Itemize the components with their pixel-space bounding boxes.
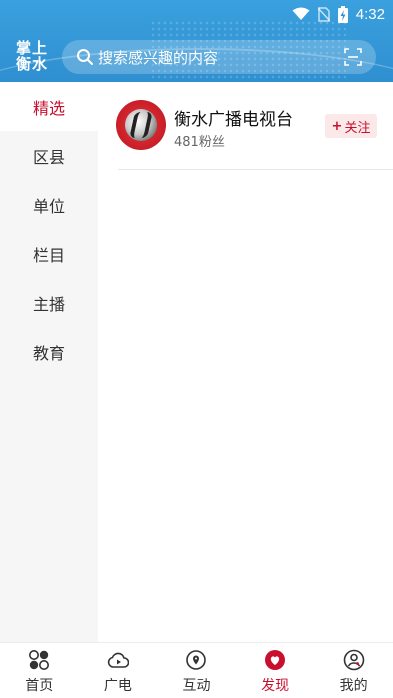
discover-icon: [265, 650, 286, 670]
sidebar-item-education[interactable]: 教育: [0, 327, 98, 376]
search-icon: [77, 49, 93, 65]
scan-icon[interactable]: [344, 48, 362, 66]
account-name[interactable]: 衡水广播电视台: [174, 105, 293, 130]
bottom-tab-bar: 首页 广电 互动 发现 我的: [0, 642, 393, 698]
tab-home[interactable]: 首页: [0, 643, 79, 698]
sidebar-item-units[interactable]: 单位: [0, 180, 98, 229]
list-item[interactable]: 衡水广播电视台 481粉丝 + 关注: [116, 100, 393, 170]
sidebar-item-anchors[interactable]: 主播: [0, 278, 98, 327]
follow-label: 关注: [344, 120, 371, 136]
account-list: 衡水广播电视台 481粉丝 + 关注: [98, 82, 393, 642]
plus-icon: +: [331, 118, 343, 134]
no-sim-icon: [317, 6, 330, 22]
wifi-icon: [292, 7, 310, 20]
profile-icon: [343, 649, 364, 671]
category-sidebar: 精选 区县 单位 栏目 主播 教育: [0, 82, 98, 642]
follow-button[interactable]: + 关注: [325, 114, 377, 138]
tab-label: 发现: [261, 678, 290, 694]
app-header: 4:32 掌上 衡水 搜索感兴趣的内容: [0, 0, 393, 82]
sidebar-item-columns[interactable]: 栏目: [0, 229, 98, 278]
search-placeholder: 搜索感兴趣的内容: [98, 48, 219, 67]
app-logo[interactable]: 掌上 衡水: [12, 40, 52, 72]
tab-broadcast[interactable]: 广电: [79, 643, 158, 698]
tab-label: 互动: [182, 678, 211, 694]
battery-charging-icon: [337, 5, 348, 23]
home-icon: [29, 650, 50, 670]
logo-text: 掌上 衡水: [15, 39, 48, 73]
sidebar-item-districts[interactable]: 区县: [0, 131, 98, 180]
broadcast-icon: [107, 652, 129, 668]
avatar[interactable]: [116, 100, 166, 150]
tab-label: 广电: [103, 678, 132, 694]
search-bar[interactable]: 搜索感兴趣的内容: [62, 40, 376, 74]
sidebar-item-selected[interactable]: 精选: [0, 82, 98, 131]
tab-label: 首页: [25, 678, 54, 694]
tab-profile[interactable]: 我的: [314, 643, 393, 698]
divider: [118, 169, 393, 170]
status-time: 4:32: [355, 5, 385, 23]
tab-interaction[interactable]: 互动: [157, 643, 236, 698]
status-bar: 4:32: [0, 0, 393, 28]
fans-count: 481粉丝: [174, 135, 225, 150]
tab-discover[interactable]: 发现: [236, 643, 315, 698]
interaction-icon: [186, 650, 207, 670]
tab-label: 我的: [339, 678, 368, 694]
